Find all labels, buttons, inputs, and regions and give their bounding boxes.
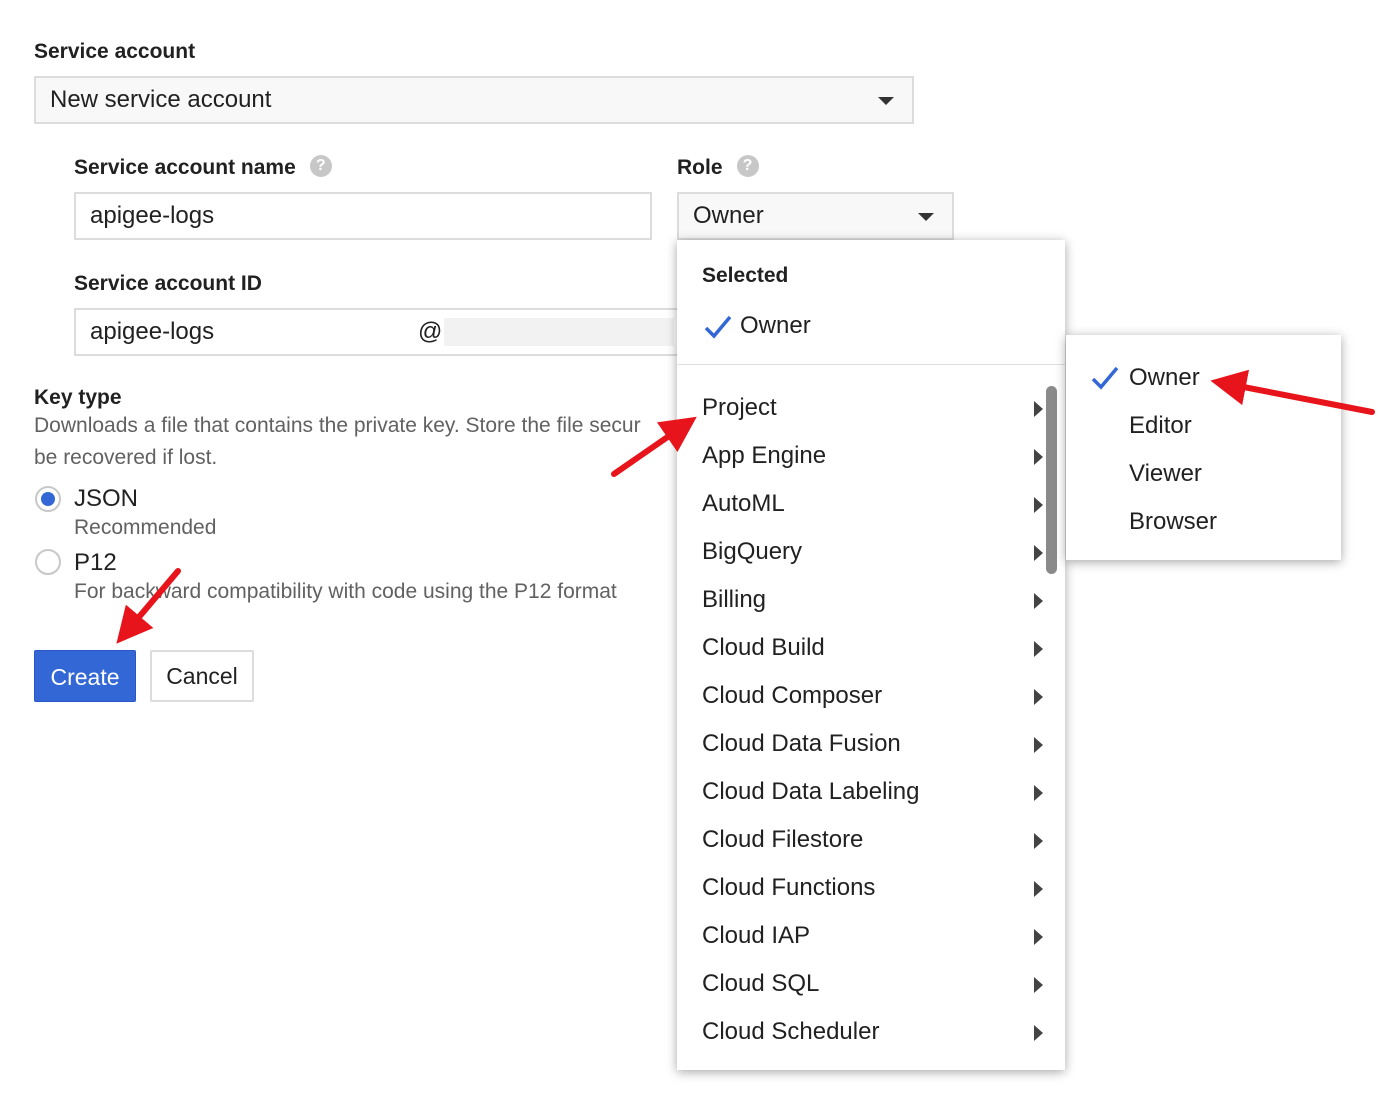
annotation-arrow [116,568,181,644]
annotation-arrow [611,416,697,477]
annotation-arrows [116,369,1375,644]
annotation-arrow [1210,369,1375,415]
